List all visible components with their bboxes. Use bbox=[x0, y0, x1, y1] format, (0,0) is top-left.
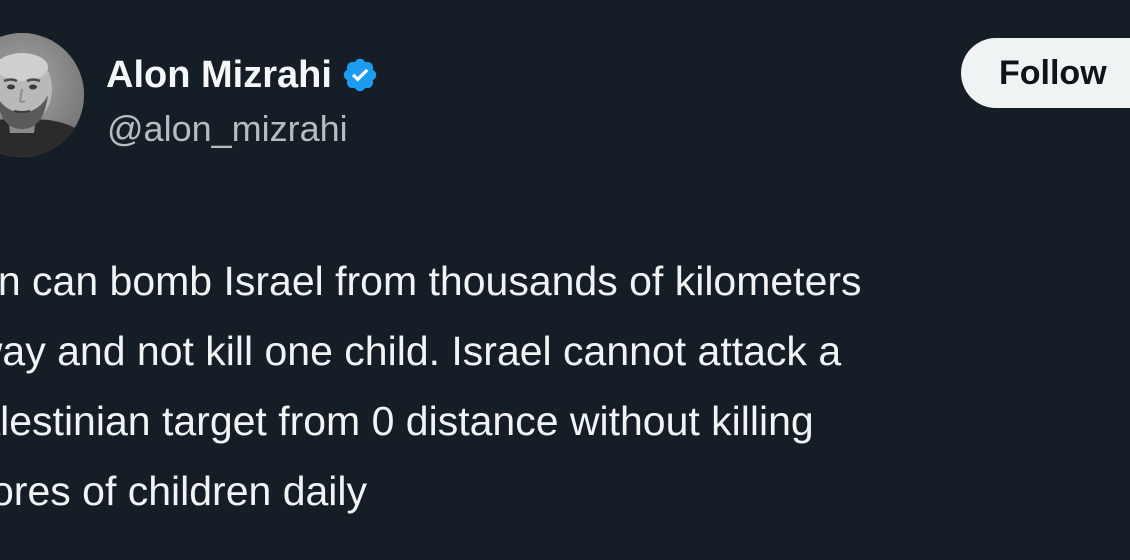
tweet-text: Iran can bomb Israel from thousands of k… bbox=[0, 246, 1120, 526]
tweet-text-line: away and not kill one child. Israel cann… bbox=[0, 328, 842, 374]
tweet-card: Alon Mizrahi @alon_mizrahi Follow Iran c… bbox=[0, 0, 1130, 560]
tweet-text-line: Palestinian target from 0 distance witho… bbox=[0, 398, 814, 444]
avatar-photo bbox=[0, 33, 84, 157]
display-name[interactable]: Alon Mizrahi bbox=[106, 52, 379, 98]
display-name-text[interactable]: Alon Mizrahi bbox=[106, 52, 332, 98]
avatar[interactable] bbox=[0, 33, 84, 157]
user-handle[interactable]: @alon_mizrahi bbox=[107, 107, 348, 151]
verified-badge-icon bbox=[341, 56, 379, 94]
follow-button[interactable]: Follow bbox=[961, 38, 1130, 108]
tweet-text-line: Iran can bomb Israel from thousands of k… bbox=[0, 258, 862, 304]
tweet-text-line: scores of children daily bbox=[0, 468, 368, 514]
